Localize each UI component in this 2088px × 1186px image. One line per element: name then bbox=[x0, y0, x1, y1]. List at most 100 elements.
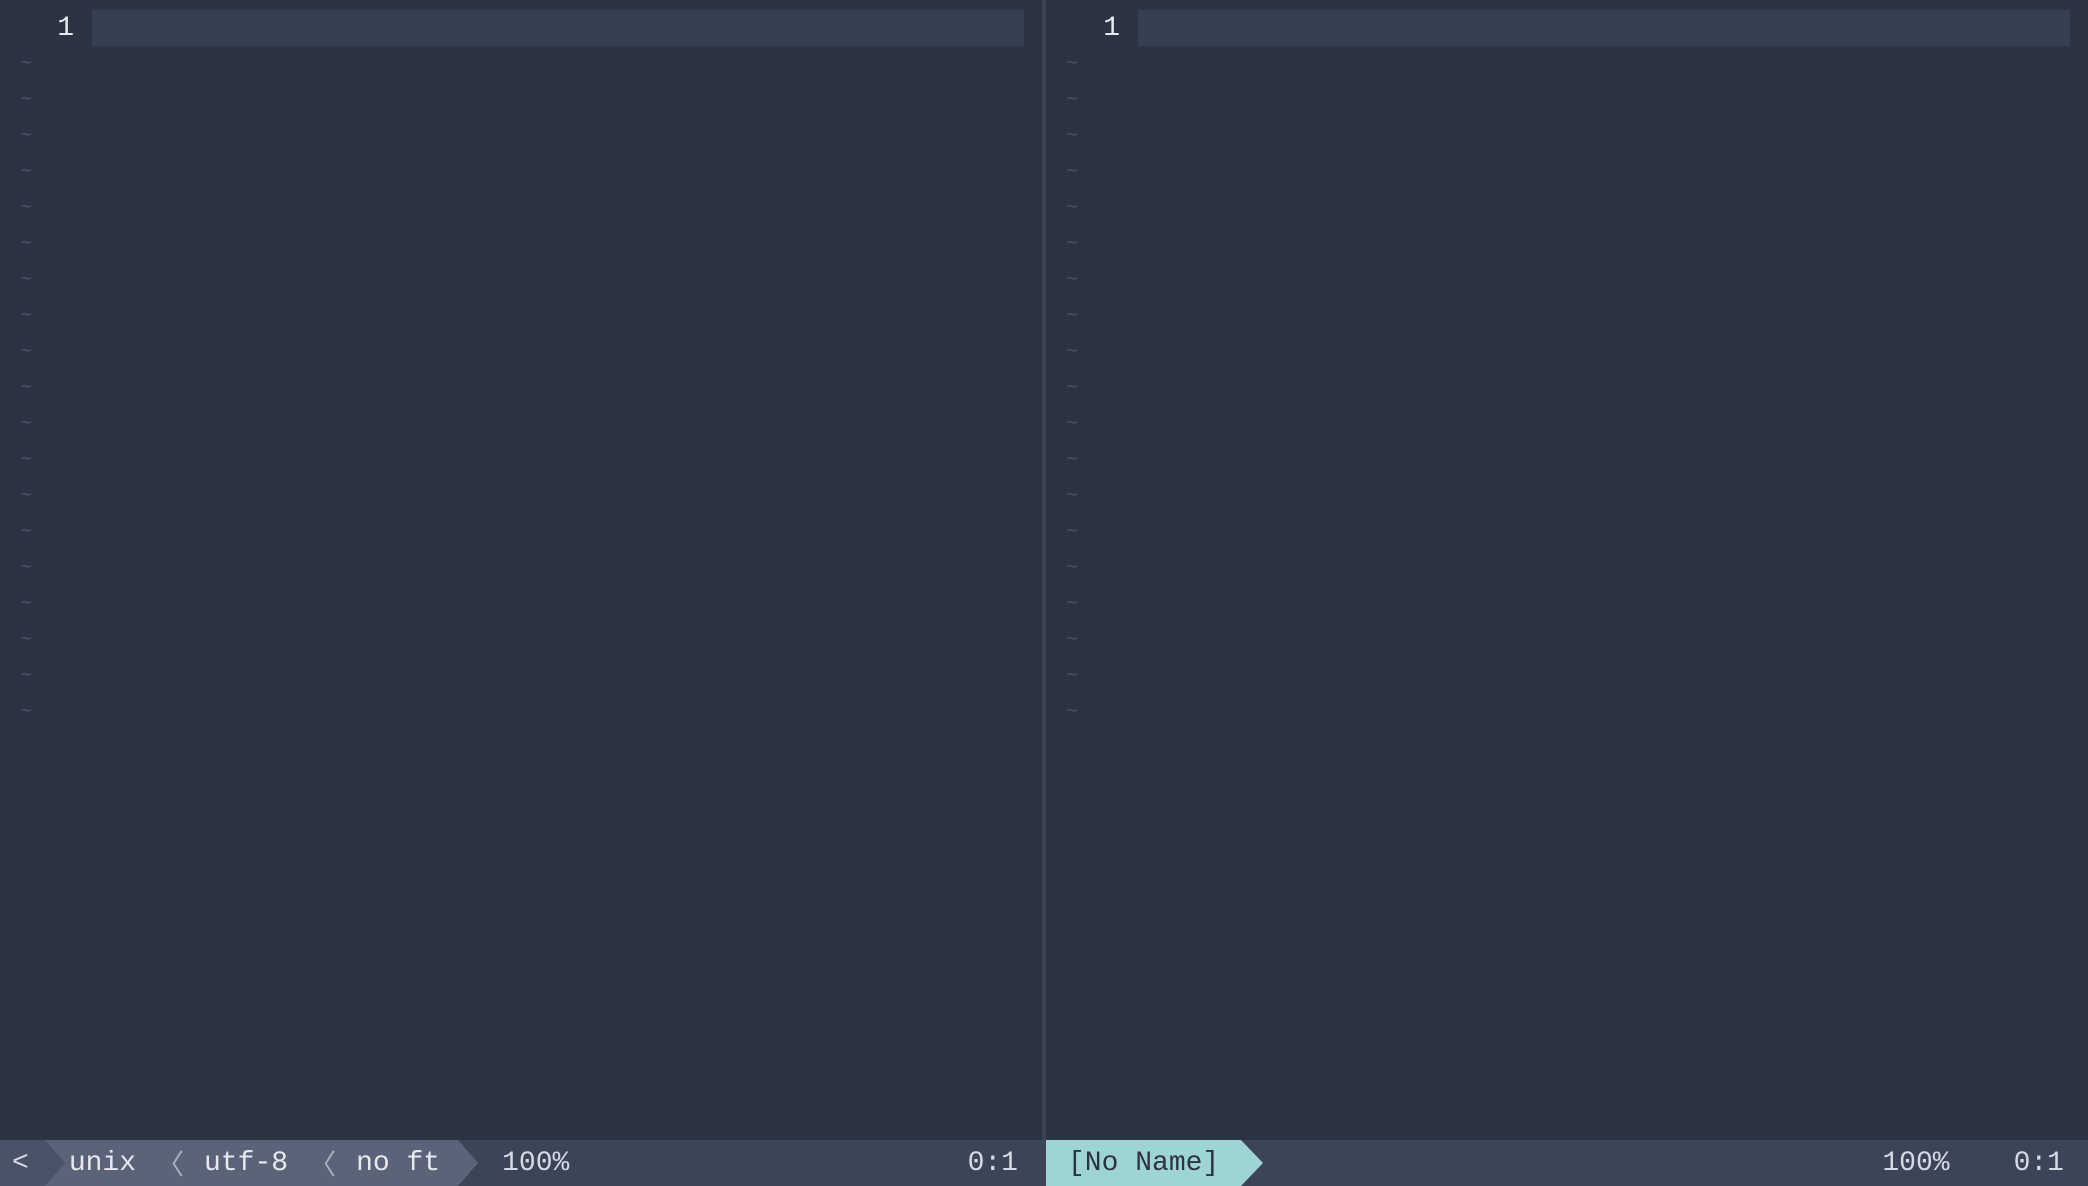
tilde-icon: ~ bbox=[0, 125, 92, 148]
empty-line: ~ bbox=[1046, 226, 2088, 262]
tilde-icon: ~ bbox=[1046, 485, 1138, 508]
separator-arrow-icon bbox=[1241, 1140, 1263, 1186]
tilde-icon: ~ bbox=[0, 89, 92, 112]
empty-line: ~ bbox=[1046, 82, 2088, 118]
empty-line: ~ bbox=[0, 262, 1042, 298]
statusline-right[interactable]: [No Name] 100% 0:1 bbox=[1046, 1140, 2088, 1186]
tilde-icon: ~ bbox=[0, 701, 92, 724]
tilde-icon: ~ bbox=[0, 557, 92, 580]
editor-root: 1 ~ ~ ~ ~ ~ ~ ~ ~ ~ ~ ~ ~ ~ ~ ~ ~ ~ ~ ~ 1 ~ ~ ~ ~ ~ ~ ~ ~ ~ ~ ~ ~ ~ ~ ~ ~… bbox=[0, 0, 2088, 1186]
tilde-icon: ~ bbox=[1046, 341, 1138, 364]
statusline-row: < unix 〈 utf-8 〈 no ft 100% 0:1 bbox=[0, 1140, 2088, 1186]
empty-line: ~ bbox=[0, 442, 1042, 478]
tilde-icon: ~ bbox=[0, 233, 92, 256]
pane-left[interactable]: 1 ~ ~ ~ ~ ~ ~ ~ ~ ~ ~ ~ ~ ~ ~ ~ ~ ~ ~ ~ bbox=[0, 0, 1042, 1140]
empty-line: ~ bbox=[1046, 514, 2088, 550]
empty-line: ~ bbox=[1046, 550, 2088, 586]
tilde-icon: ~ bbox=[0, 521, 92, 544]
tilde-icon: ~ bbox=[1046, 305, 1138, 328]
tilde-icon: ~ bbox=[1046, 521, 1138, 544]
tilde-icon: ~ bbox=[1046, 413, 1138, 436]
line-number: 1 bbox=[1046, 13, 1138, 44]
tilde-icon: ~ bbox=[1046, 557, 1138, 580]
empty-line: ~ bbox=[1046, 334, 2088, 370]
tilde-icon: ~ bbox=[0, 161, 92, 184]
empty-line: ~ bbox=[1046, 658, 2088, 694]
empty-line: ~ bbox=[0, 334, 1042, 370]
empty-line: ~ bbox=[0, 118, 1042, 154]
chevron-left-icon: 〈 bbox=[298, 1143, 346, 1183]
separator-arrow-icon bbox=[45, 1140, 65, 1186]
line-number: 1 bbox=[0, 13, 92, 44]
tilde-icon: ~ bbox=[0, 53, 92, 76]
empty-line: ~ bbox=[0, 694, 1042, 730]
mode-indicator-text: < bbox=[12, 1148, 29, 1179]
line[interactable]: 1 bbox=[1046, 10, 2088, 46]
buffer-right[interactable]: 1 ~~~~~~~~~~~~~~~~~~~ bbox=[1046, 0, 2088, 1140]
tilde-icon: ~ bbox=[1046, 53, 1138, 76]
empty-line: ~ bbox=[1046, 694, 2088, 730]
scroll-percent: 100% bbox=[478, 1140, 593, 1186]
empty-line: ~ bbox=[0, 154, 1042, 190]
empty-line: ~ bbox=[1046, 298, 2088, 334]
empty-line: ~ bbox=[0, 550, 1042, 586]
empty-line: ~ bbox=[1046, 442, 2088, 478]
cursor-line-highlight[interactable] bbox=[1138, 10, 2070, 46]
buffer-name-segment: [No Name] bbox=[1046, 1140, 1241, 1186]
tilde-icon: ~ bbox=[0, 197, 92, 220]
tilde-icon: ~ bbox=[1046, 665, 1138, 688]
empty-line: ~ bbox=[1046, 190, 2088, 226]
tilde-icon: ~ bbox=[0, 629, 92, 652]
tilde-icon: ~ bbox=[1046, 701, 1138, 724]
empty-line: ~ bbox=[0, 82, 1042, 118]
tilde-icon: ~ bbox=[1046, 89, 1138, 112]
statusline-left[interactable]: < unix 〈 utf-8 〈 no ft 100% 0:1 bbox=[0, 1140, 1042, 1186]
tilde-icon: ~ bbox=[1046, 125, 1138, 148]
tilde-icon: ~ bbox=[1046, 593, 1138, 616]
empty-line: ~ bbox=[1046, 154, 2088, 190]
empty-line: ~ bbox=[0, 406, 1042, 442]
tilde-icon: ~ bbox=[1046, 449, 1138, 472]
line[interactable]: 1 bbox=[0, 10, 1042, 46]
empty-line: ~ bbox=[1046, 118, 2088, 154]
tilde-icon: ~ bbox=[0, 449, 92, 472]
tilde-icon: ~ bbox=[0, 593, 92, 616]
empty-line: ~ bbox=[1046, 586, 2088, 622]
buffer-name: [No Name] bbox=[1068, 1148, 1219, 1179]
scroll-percent: 100% bbox=[1858, 1140, 1973, 1186]
pane-right[interactable]: 1 ~~~~~~~~~~~~~~~~~~~ bbox=[1046, 0, 2088, 1140]
empty-line: ~ bbox=[0, 226, 1042, 262]
empty-line: ~ bbox=[0, 586, 1042, 622]
empty-line: ~ bbox=[0, 514, 1042, 550]
tilde-icon: ~ bbox=[0, 269, 92, 292]
cursor-line-highlight[interactable] bbox=[92, 10, 1024, 46]
empty-line: ~ bbox=[0, 190, 1042, 226]
split-panes: 1 ~ ~ ~ ~ ~ ~ ~ ~ ~ ~ ~ ~ ~ ~ ~ ~ ~ ~ ~ 1 ~ ~ ~ ~ ~ ~ ~ ~ ~ ~ ~ ~ ~ ~ ~ ~… bbox=[0, 0, 2088, 1140]
file-info-segment: unix 〈 utf-8 〈 no ft bbox=[45, 1140, 458, 1186]
scroll-percent-text: 100% bbox=[502, 1148, 569, 1179]
tilde-icon: ~ bbox=[1046, 269, 1138, 292]
tilde-icon: ~ bbox=[0, 413, 92, 436]
file-type: no ft bbox=[356, 1148, 440, 1179]
tilde-icon: ~ bbox=[0, 485, 92, 508]
tilde-icon: ~ bbox=[1046, 197, 1138, 220]
tilde-icon: ~ bbox=[0, 341, 92, 364]
tilde-icon: ~ bbox=[0, 377, 92, 400]
tilde-icon: ~ bbox=[1046, 377, 1138, 400]
cursor-position: 0:1 bbox=[1974, 1140, 2088, 1186]
file-format: unix bbox=[69, 1148, 136, 1179]
empty-line: ~ bbox=[0, 478, 1042, 514]
separator-arrow-icon bbox=[458, 1140, 478, 1186]
tilde-icon: ~ bbox=[0, 305, 92, 328]
tilde-icon: ~ bbox=[0, 665, 92, 688]
cursor-position-text: 0:1 bbox=[968, 1148, 1018, 1179]
cursor-position-text: 0:1 bbox=[2014, 1148, 2064, 1179]
tilde-icon: ~ bbox=[1046, 233, 1138, 256]
mode-indicator: < bbox=[0, 1140, 45, 1186]
empty-line: ~ bbox=[1046, 262, 2088, 298]
buffer-left[interactable]: 1 ~ ~ ~ ~ ~ ~ ~ ~ ~ ~ ~ ~ ~ ~ ~ ~ ~ ~ ~ bbox=[0, 0, 1042, 1140]
tilde-icon: ~ bbox=[1046, 161, 1138, 184]
empty-line: ~ bbox=[1046, 370, 2088, 406]
cursor-position: 0:1 bbox=[944, 1140, 1042, 1186]
scroll-percent-text: 100% bbox=[1882, 1148, 1949, 1179]
